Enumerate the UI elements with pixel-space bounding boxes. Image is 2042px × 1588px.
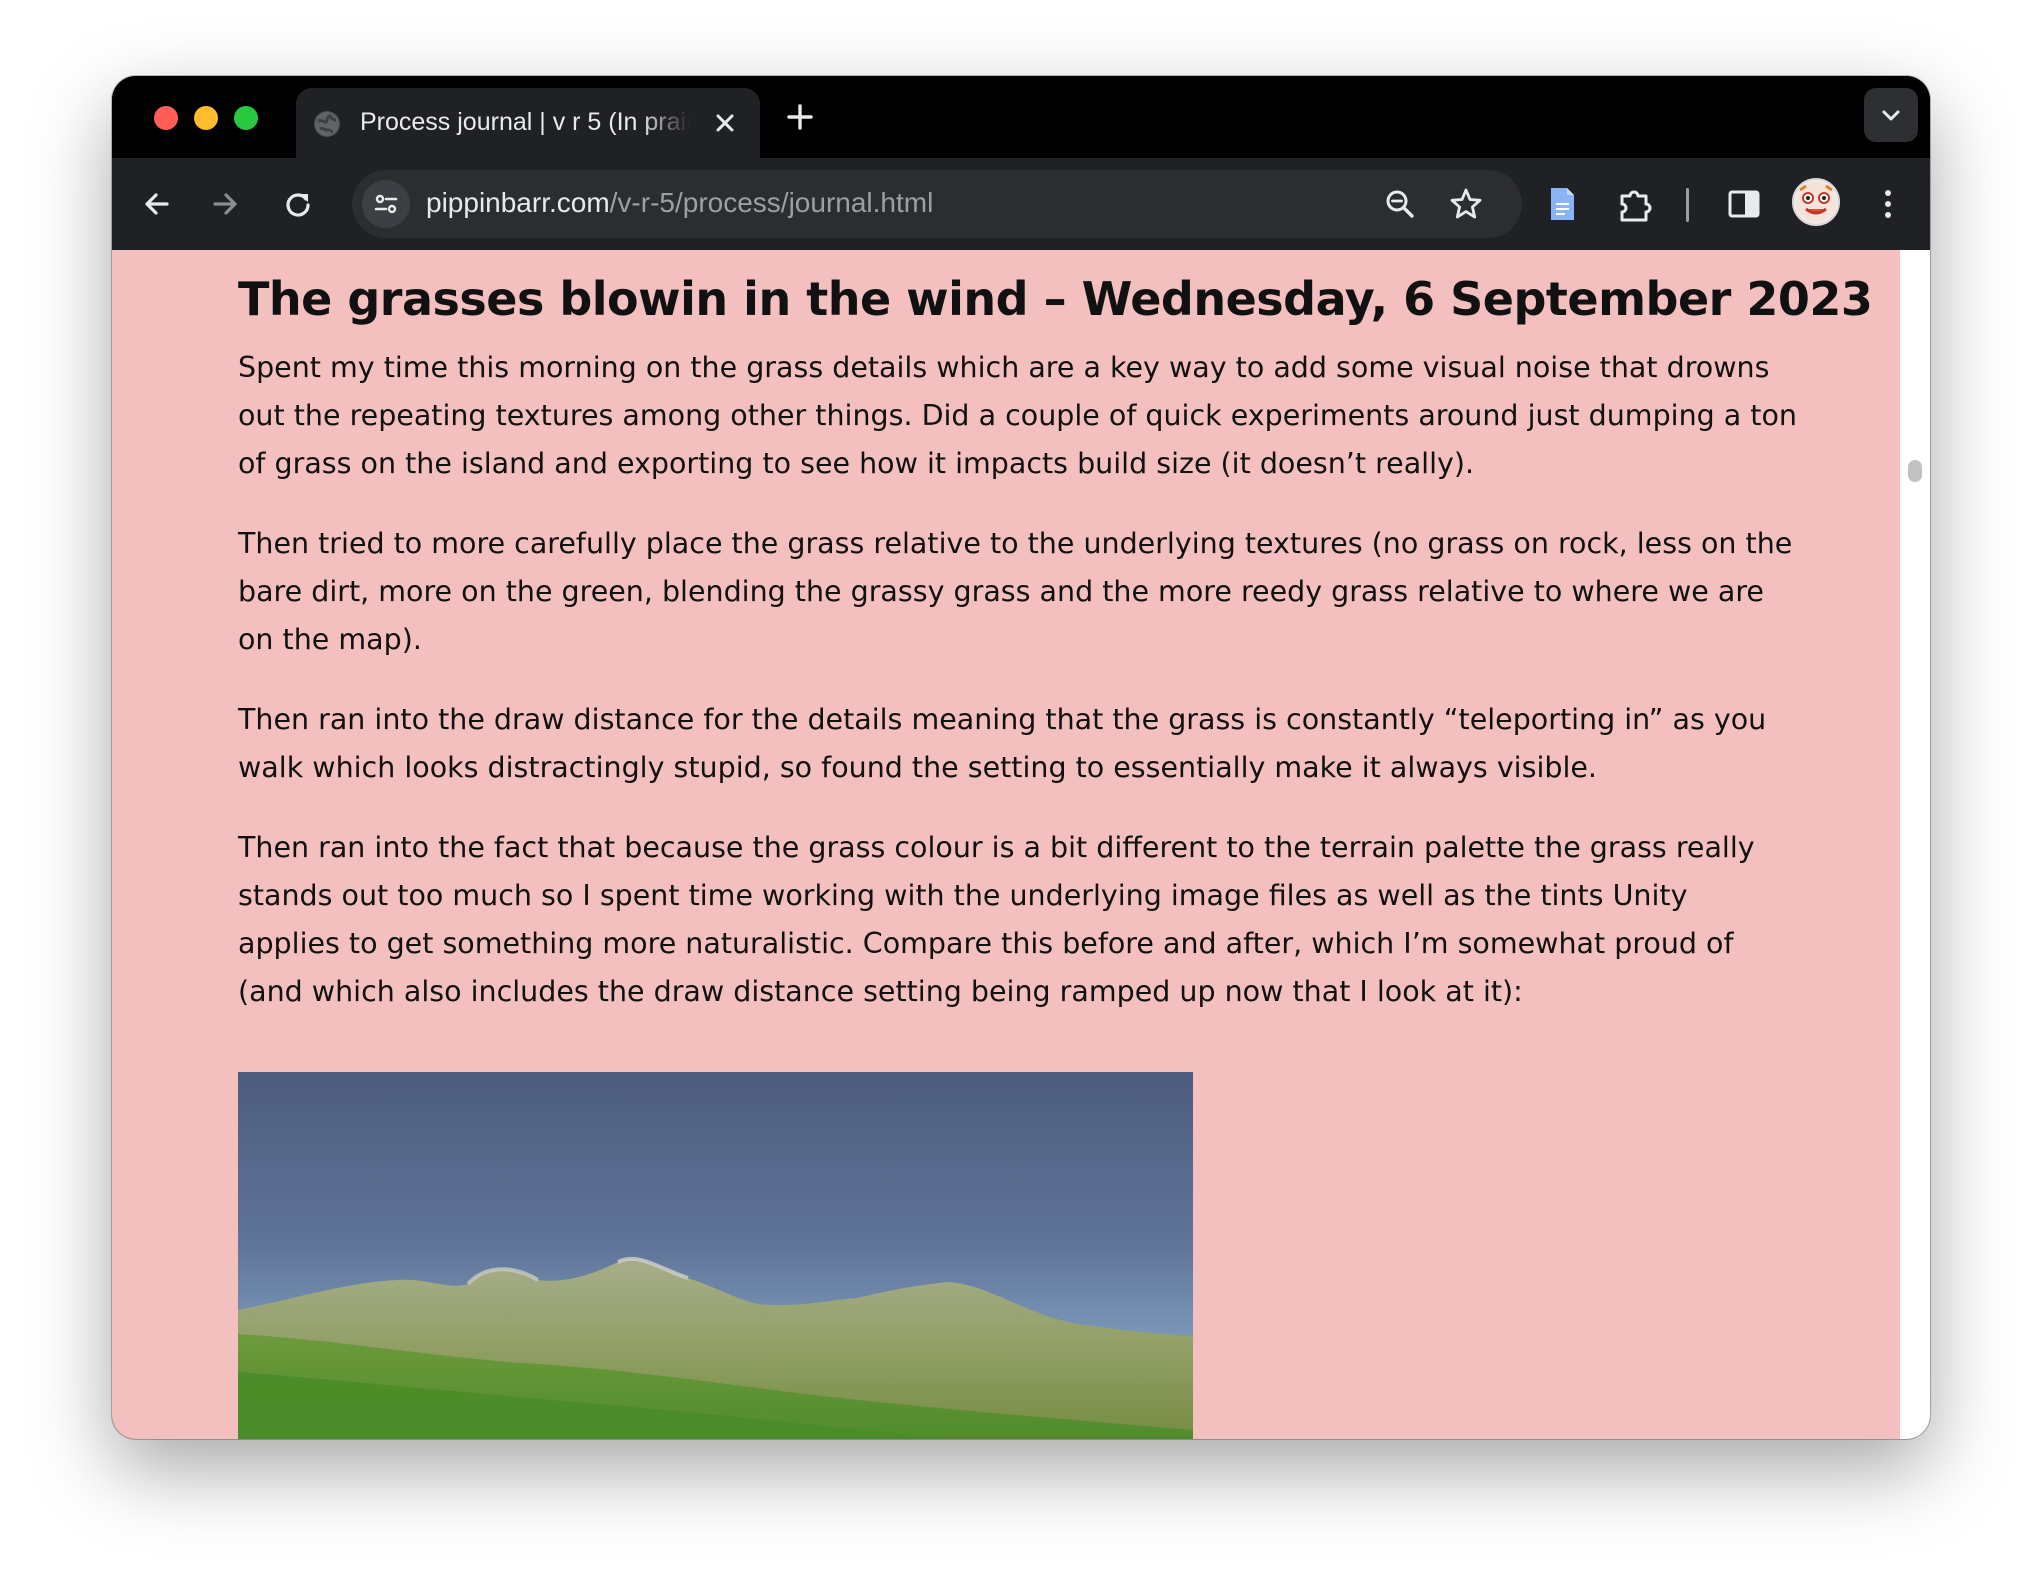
plus-icon[interactable] (782, 99, 818, 135)
star-icon[interactable] (1448, 186, 1484, 222)
close-window-button[interactable] (154, 106, 178, 130)
url-path: /v-r-5/process/journal.html (609, 187, 934, 218)
browser-window: Process journal | v r 5 (In prairie) pip… (112, 76, 1930, 1439)
paragraph: Then ran into the draw distance for the … (238, 703, 1767, 784)
paragraph: Then tried to more carefully place the g… (238, 527, 1793, 656)
paragraph: Spent my time this morning on the grass … (238, 351, 1797, 480)
forward-arrow-icon[interactable] (202, 180, 250, 228)
site-settings-icon[interactable] (362, 180, 410, 228)
address-bar[interactable]: pippinbarr.com/v-r-5/process/journal.htm… (352, 170, 1522, 238)
avatar[interactable] (1792, 178, 1840, 226)
close-icon[interactable] (710, 108, 740, 138)
url-host: pippinbarr.com (426, 187, 610, 218)
scrollbar-thumb[interactable] (1908, 460, 1922, 482)
tab-search-button[interactable] (1864, 88, 1918, 142)
side-panel-icon[interactable] (1720, 180, 1768, 228)
entry-heading: The grasses blowin in the wind – Wednesd… (238, 272, 1873, 326)
grass-landscape-image (238, 1072, 1193, 1439)
zoom-icon[interactable] (1382, 186, 1418, 222)
kebab-menu-icon[interactable] (1864, 180, 1912, 228)
document-icon[interactable] (1538, 180, 1586, 228)
paragraph: Then ran into the fact that because the … (238, 831, 1755, 1008)
reload-icon[interactable] (274, 180, 322, 228)
toolbar-divider (1686, 188, 1689, 222)
tab-strip: Process journal | v r 5 (In prairie) (112, 76, 1930, 158)
browser-toolbar: pippinbarr.com/v-r-5/process/journal.htm… (112, 158, 1930, 250)
tab-process-journal[interactable]: Process journal | v r 5 (In prairie) (296, 88, 760, 158)
minimize-window-button[interactable] (194, 106, 218, 130)
globe-icon (314, 111, 340, 137)
tab-title: Process journal | v r 5 (In prairie) (360, 108, 690, 136)
puzzle-icon[interactable] (1612, 180, 1660, 228)
chevron-down-icon (1882, 110, 1900, 121)
url-text[interactable]: pippinbarr.com/v-r-5/process/journal.htm… (426, 187, 933, 219)
page-viewport: The grasses blowin in the wind – Wednesd… (112, 250, 1930, 1439)
scrollbar[interactable] (1900, 250, 1930, 1439)
zoom-window-button[interactable] (234, 106, 258, 130)
back-arrow-icon[interactable] (132, 180, 180, 228)
